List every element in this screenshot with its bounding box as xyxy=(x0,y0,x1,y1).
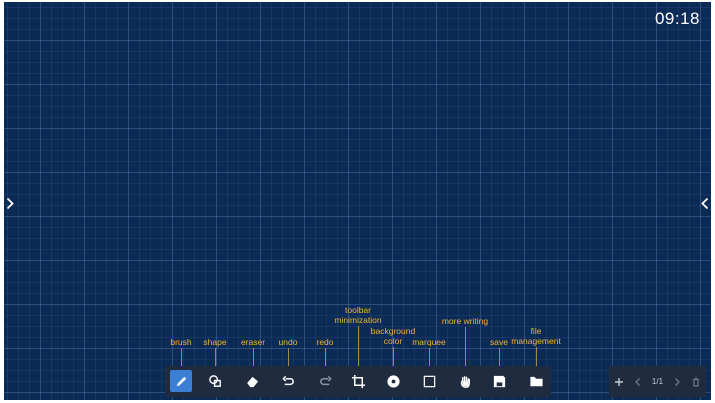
leader-line xyxy=(358,326,359,368)
brush-button[interactable] xyxy=(170,370,192,392)
left-panel-toggle-icon[interactable] xyxy=(5,195,15,211)
callout-undo: undo xyxy=(278,337,298,347)
leader-line xyxy=(181,348,182,368)
clock: 09:18 xyxy=(654,9,700,28)
marquee-button[interactable] xyxy=(412,366,447,397)
add-page-button[interactable] xyxy=(614,377,624,387)
leader-line xyxy=(499,348,500,368)
leader-line xyxy=(393,347,394,368)
page-indicator: 1/1 xyxy=(651,377,664,386)
save-button[interactable] xyxy=(482,366,517,397)
leader-line xyxy=(465,327,466,368)
background-color-button[interactable] xyxy=(376,366,411,397)
callout-eraser: eraser xyxy=(240,337,266,347)
eraser-icon xyxy=(246,376,259,388)
chevron-right-icon xyxy=(675,377,681,386)
trash-icon xyxy=(693,376,700,387)
callout-file-management: file management xyxy=(511,326,561,346)
toolbar-minimization-button[interactable] xyxy=(341,366,376,397)
plus-icon xyxy=(614,377,623,386)
callout-shape: shape xyxy=(203,337,227,347)
right-panel-toggle-icon[interactable] xyxy=(700,195,710,211)
callout-more-writing: more writing xyxy=(441,316,489,326)
next-page-button[interactable] xyxy=(672,377,682,387)
marquee-icon xyxy=(423,375,436,388)
pen-icon xyxy=(176,376,186,386)
shape-button[interactable] xyxy=(198,366,233,397)
color-disc-icon xyxy=(387,375,400,388)
leader-line xyxy=(253,348,254,368)
chevron-left-icon xyxy=(634,377,640,386)
hand-icon xyxy=(460,376,470,388)
page-navigation-bar: 1/1 xyxy=(609,366,706,397)
callout-marquee: marquee xyxy=(412,337,446,347)
leader-line xyxy=(215,348,216,368)
previous-page-button[interactable] xyxy=(633,377,643,387)
leader-line xyxy=(429,348,430,368)
more-writing-button[interactable] xyxy=(448,366,483,397)
bottom-toolbar xyxy=(165,366,551,397)
callout-brush: brush xyxy=(170,337,192,347)
file-management-button[interactable] xyxy=(519,366,554,397)
callout-save: save xyxy=(490,337,508,347)
leader-line xyxy=(288,348,289,368)
folder-icon xyxy=(530,376,543,387)
undo-icon xyxy=(282,375,294,386)
redo-icon xyxy=(320,375,332,386)
leader-line xyxy=(536,347,537,368)
shape-icon xyxy=(209,375,221,387)
crop-icon xyxy=(351,374,366,389)
undo-button[interactable] xyxy=(271,366,306,397)
eraser-button[interactable] xyxy=(235,366,270,397)
callout-background-color: background color xyxy=(370,326,416,346)
delete-page-button[interactable] xyxy=(691,376,701,387)
save-icon xyxy=(493,375,506,388)
redo-button[interactable] xyxy=(308,366,343,397)
callout-redo: redo xyxy=(316,337,334,347)
callout-toolbar-minimization: toolbar minimization xyxy=(334,305,382,325)
leader-line xyxy=(325,348,326,368)
